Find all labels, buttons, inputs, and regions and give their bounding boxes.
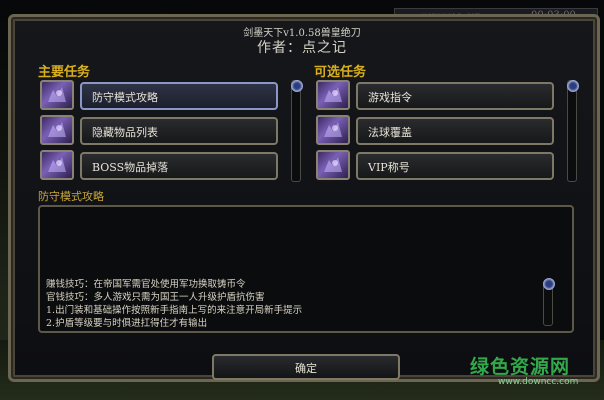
description-line: 官钱技巧：多人游戏只需为国王一人升级护盾抗伤害 [46, 292, 265, 303]
main-task-item-3[interactable]: BOSS物品掉落 [80, 152, 278, 180]
site-watermark-url: www.downcc.com [498, 377, 579, 387]
description-title: 防守模式攻略 [38, 190, 104, 203]
main-task-label: 防守模式攻略 [92, 91, 158, 104]
confirm-button[interactable]: 确定 [212, 354, 400, 380]
confirm-button-label: 确定 [295, 362, 317, 375]
optional-task-item-1[interactable]: 游戏指令 [356, 82, 554, 110]
optional-task-label: 法球覆盖 [368, 126, 412, 139]
main-tasks-scroll-thumb[interactable] [291, 80, 303, 92]
optional-task-label: VIP称号 [368, 161, 410, 174]
main-task-item-2[interactable]: 隐藏物品列表 [80, 117, 278, 145]
description-line: 1.出门装和基础操作按照新手指南上写的来注意开局新手提示 [46, 305, 303, 316]
quest-portrait-icon [316, 150, 350, 180]
main-tasks-heading: 主要任务 [38, 65, 91, 80]
description-line: 2.护盾等级要与时俱进扛得住才有输出 [46, 318, 208, 329]
optional-task-label: 游戏指令 [368, 91, 412, 104]
site-watermark: 绿色资源网 [470, 356, 571, 378]
main-tasks-scrollbar[interactable] [291, 80, 301, 182]
quest-portrait-icon [316, 80, 350, 110]
quest-portrait-icon [40, 80, 74, 110]
main-task-label: BOSS物品掉落 [92, 161, 169, 174]
author-label: 作者：点之记 [257, 40, 347, 56]
description-line: 赚钱技巧：在帝国军需官处使用军功换取铸币令 [46, 279, 246, 290]
optional-tasks-scroll-thumb[interactable] [567, 80, 579, 92]
quest-portrait-icon [40, 115, 74, 145]
optional-task-item-2[interactable]: 法球覆盖 [356, 117, 554, 145]
quest-portrait-icon [40, 150, 74, 180]
main-task-label: 隐藏物品列表 [92, 126, 158, 139]
optional-tasks-heading: 可选任务 [314, 65, 367, 80]
description-scroll-thumb[interactable] [543, 278, 555, 290]
main-task-item-1[interactable]: 防守模式攻略 [80, 82, 278, 110]
quest-portrait-icon [316, 115, 350, 145]
optional-task-item-3[interactable]: VIP称号 [356, 152, 554, 180]
optional-tasks-scrollbar[interactable] [567, 80, 577, 182]
